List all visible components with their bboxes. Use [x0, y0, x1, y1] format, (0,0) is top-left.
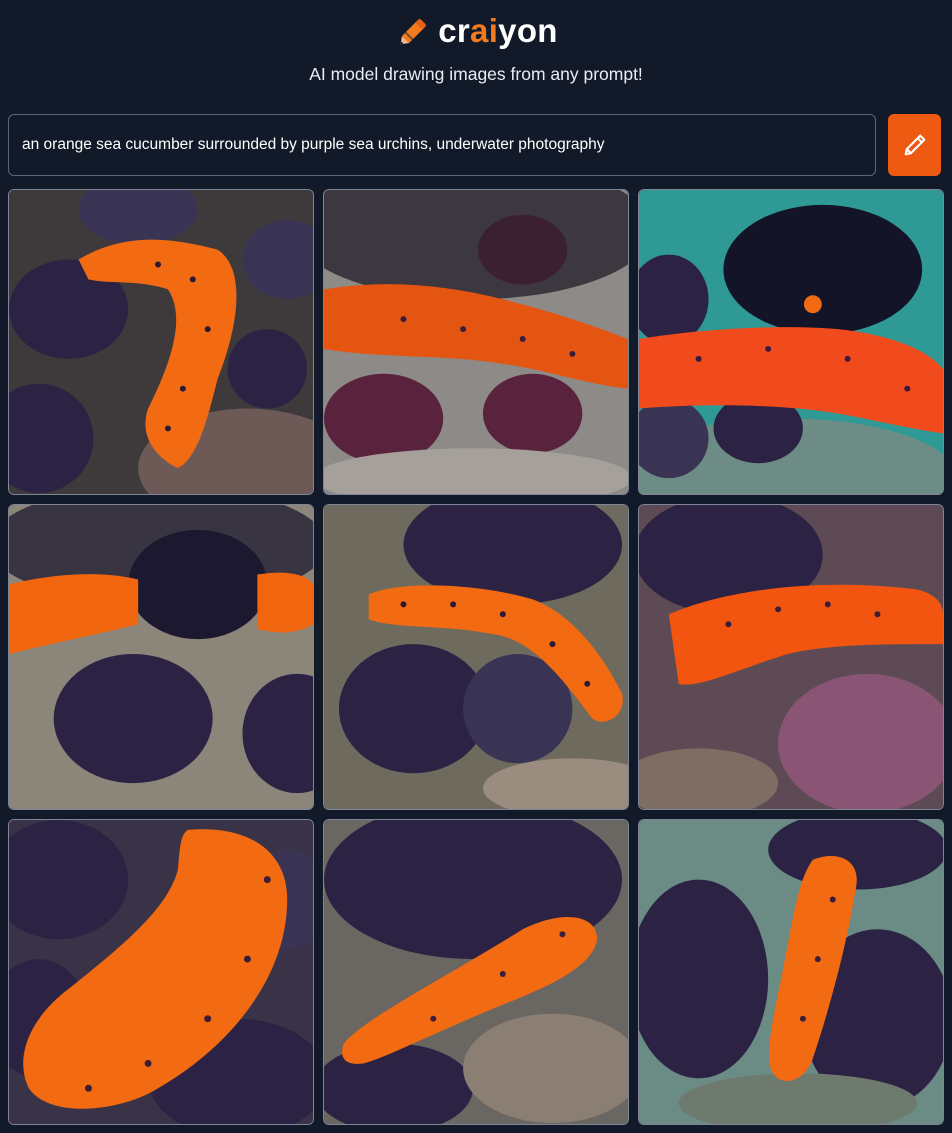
generated-image-8-picture: [324, 820, 628, 1124]
craiyon-page: craiyon AI model drawing images from any…: [0, 0, 952, 1133]
draw-button[interactable]: [888, 114, 941, 176]
brand-name: craiyon: [438, 12, 558, 50]
generated-image-6-picture: [639, 505, 943, 809]
tagline: AI model drawing images from any prompt!: [309, 64, 643, 84]
generated-image-8[interactable]: [323, 819, 629, 1125]
image-grid: [8, 189, 944, 1125]
brand-name-start: cr: [438, 12, 471, 49]
prompt-input[interactable]: [22, 136, 875, 154]
generated-image-2[interactable]: [323, 189, 629, 495]
generated-image-7[interactable]: [8, 819, 314, 1125]
generated-image-4-picture: [9, 505, 313, 809]
generated-image-6[interactable]: [638, 504, 944, 810]
generated-image-5-picture: [324, 505, 628, 809]
pencil-logo-icon: [400, 19, 427, 45]
generated-image-9[interactable]: [638, 819, 944, 1125]
generated-image-7-picture: [9, 820, 313, 1124]
generated-image-3-picture: [639, 190, 943, 494]
pencil-icon: [904, 134, 925, 156]
prompt-box[interactable]: [8, 114, 876, 176]
generated-image-2-picture: [324, 190, 628, 494]
generated-image-5[interactable]: [323, 504, 629, 810]
generated-image-3[interactable]: [638, 189, 944, 495]
brand-name-end: yon: [498, 12, 558, 49]
generated-image-1-picture: [9, 190, 313, 494]
generated-image-1[interactable]: [8, 189, 314, 495]
generated-image-9-picture: [639, 820, 943, 1124]
brand-name-accent: ai: [470, 12, 499, 49]
generated-image-4[interactable]: [8, 504, 314, 810]
craiyon-logo[interactable]: craiyon: [0, 8, 952, 54]
